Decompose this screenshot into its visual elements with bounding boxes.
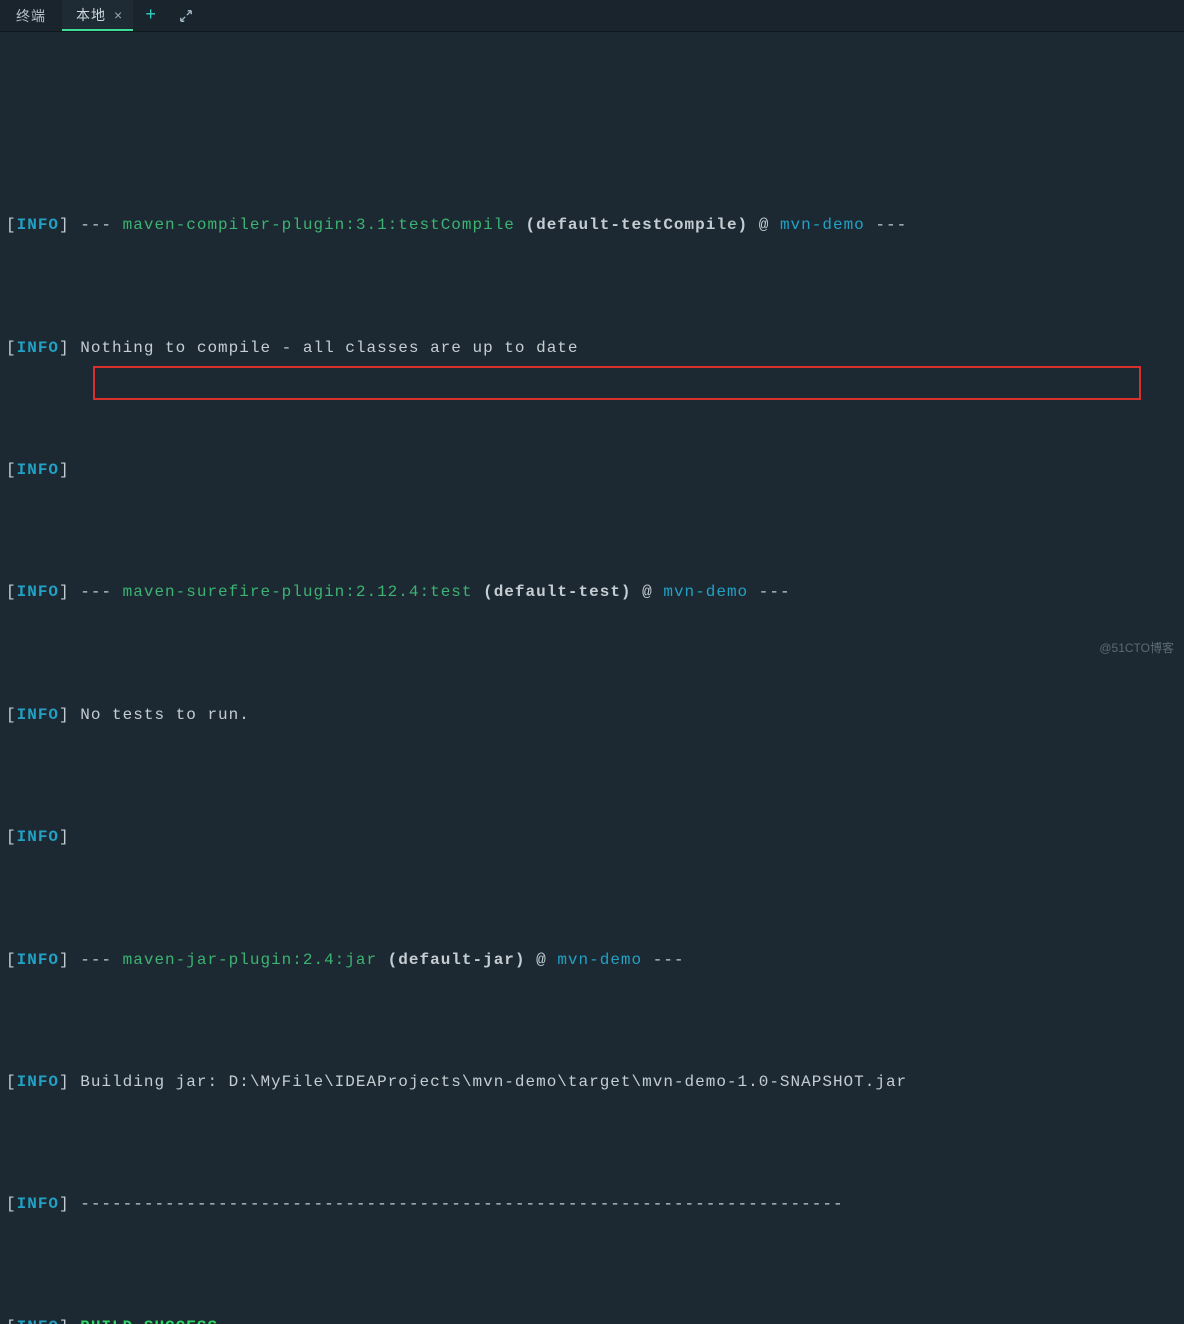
log-line: [INFO] --- maven-jar-plugin:2.4:jar (def… <box>6 940 1178 981</box>
log-line-building-jar: [INFO] Building jar: D:\MyFile\IDEAProje… <box>6 1062 1178 1103</box>
tab-bar: 终端 本地 × + <box>0 0 1184 32</box>
log-line: [INFO] <box>6 817 1178 858</box>
log-line: [INFO] ---------------------------------… <box>6 1184 1178 1225</box>
tab-label: 本地 <box>76 5 106 25</box>
expand-icon[interactable] <box>169 0 203 31</box>
log-line: [INFO] No tests to run. <box>6 695 1178 736</box>
new-tab-button[interactable]: + <box>133 0 169 31</box>
tab-local[interactable]: 本地 × <box>62 0 133 31</box>
close-icon[interactable]: × <box>114 7 123 23</box>
log-line: [INFO] --- maven-compiler-plugin:3.1:tes… <box>6 205 1178 246</box>
panel-title: 终端 <box>0 0 62 31</box>
log-line: [INFO] --- maven-surefire-plugin:2.12.4:… <box>6 572 1178 613</box>
highlight-box <box>93 366 1141 400</box>
terminal-output[interactable]: [INFO] --- maven-compiler-plugin:3.1:tes… <box>0 32 1184 1324</box>
log-line: [INFO] <box>6 450 1178 491</box>
log-line: [INFO] Nothing to compile - all classes … <box>6 328 1178 369</box>
log-line-build-success: [INFO] BUILD SUCCESS <box>6 1307 1178 1324</box>
watermark: @51CTO博客 <box>1099 639 1174 656</box>
